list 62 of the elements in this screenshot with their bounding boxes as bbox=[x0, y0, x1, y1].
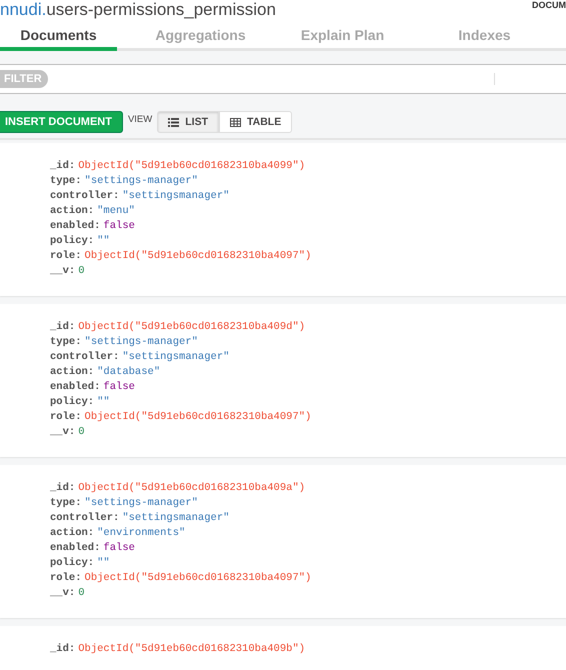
field-value: "environments" bbox=[97, 526, 186, 541]
tab[interactable]: Indexes bbox=[426, 20, 543, 51]
field-key: _id: bbox=[50, 159, 76, 174]
view-label: VIEW bbox=[128, 114, 152, 124]
field-value: "" bbox=[97, 556, 110, 571]
field-key: controller: bbox=[50, 350, 120, 365]
documents-count-label: DOCUM bbox=[532, 0, 566, 10]
field-value: ObjectId("5d91eb60cd01682310ba409b") bbox=[78, 642, 306, 657]
field-key: type: bbox=[50, 496, 82, 511]
field-key: _id: bbox=[50, 642, 76, 657]
field-value: "settings-manager" bbox=[84, 496, 198, 511]
field-key: policy: bbox=[50, 395, 94, 410]
field-value: "menu" bbox=[97, 204, 135, 219]
field-value: 0 bbox=[78, 425, 85, 440]
field-value: false bbox=[103, 541, 135, 556]
field-value: "settingsmanager" bbox=[122, 511, 230, 526]
field-key: enabled: bbox=[50, 380, 100, 395]
field-value: "settingsmanager" bbox=[122, 350, 230, 365]
field-key: _id: bbox=[50, 320, 76, 335]
field-value: "" bbox=[97, 395, 110, 410]
field-value: "database" bbox=[97, 365, 160, 380]
field-value: "settings-manager" bbox=[84, 174, 198, 189]
field-value: false bbox=[103, 380, 135, 395]
field-key: enabled: bbox=[50, 541, 100, 556]
field-key: action: bbox=[50, 365, 94, 380]
field-key: __v: bbox=[50, 586, 76, 601]
field-value: ObjectId("5d91eb60cd01682310ba409a") bbox=[78, 481, 306, 496]
field-key: __v: bbox=[50, 425, 76, 440]
field-key: _id: bbox=[50, 481, 76, 496]
field-key: enabled: bbox=[50, 219, 100, 234]
field-value: ObjectId("5d91eb60cd01682310ba4097") bbox=[84, 571, 312, 586]
view-toggle-button[interactable]: TABLE bbox=[218, 111, 292, 133]
field-value: "" bbox=[97, 234, 110, 249]
field-key: action: bbox=[50, 526, 94, 541]
insert-document-button[interactable]: INSERT DOCUMENT bbox=[0, 111, 123, 133]
field-key: action: bbox=[50, 204, 94, 219]
tab[interactable]: Aggregations bbox=[142, 20, 259, 51]
field-key: role: bbox=[50, 571, 82, 586]
tab[interactable]: Explain Plan bbox=[284, 20, 401, 51]
list-icon bbox=[168, 118, 180, 126]
field-key: controller: bbox=[50, 189, 120, 204]
field-value: ObjectId("5d91eb60cd01682310ba4097") bbox=[84, 410, 312, 425]
table-icon bbox=[230, 118, 241, 126]
field-key: policy: bbox=[50, 556, 94, 571]
field-value: ObjectId("5d91eb60cd01682310ba4099") bbox=[78, 159, 306, 174]
field-value: 0 bbox=[78, 264, 85, 279]
field-key: __v: bbox=[50, 264, 76, 279]
field-value: "settingsmanager" bbox=[122, 189, 230, 204]
field-value: "settings-manager" bbox=[84, 335, 198, 350]
field-value: 0 bbox=[78, 586, 85, 601]
collection-title: nnudi.users-permissions_permission bbox=[0, 0, 276, 19]
field-key: role: bbox=[50, 249, 82, 264]
field-key: type: bbox=[50, 174, 82, 189]
field-value: ObjectId("5d91eb60cd01682310ba4097") bbox=[84, 249, 312, 264]
field-key: policy: bbox=[50, 234, 94, 249]
field-value: false bbox=[103, 219, 135, 234]
field-key: type: bbox=[50, 335, 82, 350]
field-key: controller: bbox=[50, 511, 120, 526]
filter-button[interactable]: FILTER bbox=[0, 70, 48, 88]
field-key: role: bbox=[50, 410, 82, 425]
field-value: ObjectId("5d91eb60cd01682310ba409d") bbox=[78, 320, 306, 335]
view-toggle-button[interactable]: LIST bbox=[157, 111, 219, 133]
